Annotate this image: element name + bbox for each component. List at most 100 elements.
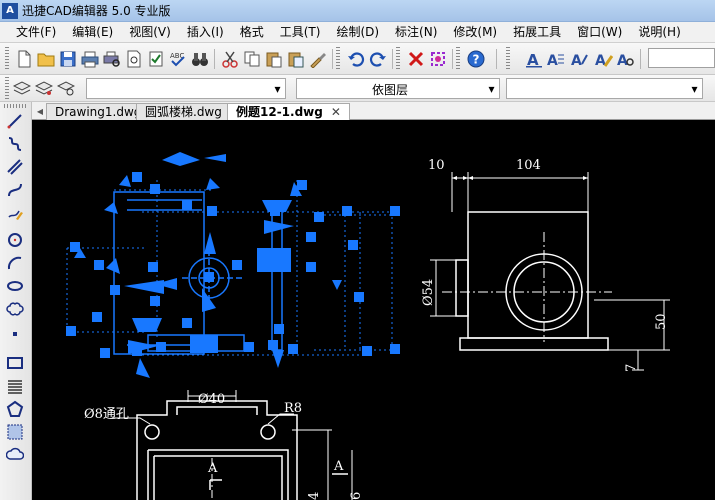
spell-check-icon[interactable]: ABC: [168, 49, 188, 69]
top-view-drawing: [112, 390, 353, 500]
print-icon[interactable]: [80, 49, 100, 69]
document-tabs: ◀ ▶ Drawing1.dwg 圆弧楼梯.dwg 例题12-1.dwg✕: [32, 102, 715, 121]
menu-item-1[interactable]: 编辑(E): [64, 22, 121, 42]
selection-grips: [66, 152, 400, 378]
hatch-icon[interactable]: [5, 376, 25, 396]
side-dim-2: 6: [349, 492, 364, 500]
line-icon[interactable]: [5, 111, 25, 131]
dim-top-left: 10: [428, 158, 445, 173]
cut-icon[interactable]: [220, 49, 240, 69]
chevron-down-icon[interactable]: ▾: [687, 79, 702, 98]
circle-icon[interactable]: [5, 230, 25, 250]
section-label-2: A: [333, 459, 344, 474]
tab-example-12-1[interactable]: 例题12-1.dwg ✕: [227, 103, 350, 121]
layer-manager-icon[interactable]: [12, 78, 32, 98]
toolbar-grip[interactable]: [336, 47, 340, 71]
toolbar-grip[interactable]: [4, 104, 28, 108]
arc-3pt-icon[interactable]: [5, 253, 25, 273]
svg-text:?: ?: [473, 53, 480, 67]
dim-bottom-offset: 7: [624, 364, 639, 372]
copy-icon[interactable]: [242, 49, 262, 69]
cloud-icon[interactable]: [5, 445, 25, 465]
delete-icon[interactable]: [406, 49, 426, 69]
paste-icon[interactable]: [264, 49, 284, 69]
toolbar-grip[interactable]: [506, 47, 510, 71]
menu-item-9[interactable]: 拓展工具: [505, 22, 569, 42]
arc-icon[interactable]: [5, 180, 25, 200]
multiline-text-icon[interactable]: A: [546, 49, 566, 69]
binoculars-icon[interactable]: [190, 49, 210, 69]
menu-item-0[interactable]: 文件(F): [8, 22, 64, 42]
text-icon[interactable]: A: [524, 49, 544, 69]
lineweight-dropdown[interactable]: ▾: [506, 78, 703, 99]
pencil-icon[interactable]: [5, 203, 25, 223]
text-style-icon[interactable]: A: [570, 49, 590, 69]
menu-item-8[interactable]: 修改(M): [445, 22, 505, 42]
menu-item-6[interactable]: 绘制(D): [328, 22, 387, 42]
double-line-icon[interactable]: [5, 157, 25, 177]
dim-radius: R8: [284, 401, 302, 416]
edit-text-icon[interactable]: A: [594, 49, 614, 69]
help-icon[interactable]: ?: [466, 49, 486, 69]
save-icon[interactable]: [58, 49, 78, 69]
linetype-dropdown[interactable]: 依图层 ▾: [296, 78, 500, 99]
print-preview-icon[interactable]: [102, 49, 122, 69]
match-properties-icon[interactable]: [308, 49, 328, 69]
point-icon[interactable]: [5, 324, 25, 344]
layer-previous-icon[interactable]: [34, 78, 54, 98]
menu-item-5[interactable]: 工具(T): [272, 22, 329, 42]
toolbar-separator: [640, 49, 641, 69]
rectangle-icon[interactable]: [5, 353, 25, 373]
layer-state-icon[interactable]: [56, 78, 76, 98]
find-text-icon[interactable]: A: [616, 49, 636, 69]
preview-icon[interactable]: [124, 49, 144, 69]
ellipse-icon[interactable]: [5, 276, 25, 296]
toolbar-grip[interactable]: [5, 47, 9, 71]
chevron-down-icon[interactable]: ▾: [270, 79, 285, 98]
properties-toolbar: ▾ 依图层 ▾ ▾: [0, 75, 715, 102]
select-icon[interactable]: [428, 49, 448, 69]
close-icon[interactable]: ✕: [331, 105, 341, 119]
menu-item-7[interactable]: 标注(N): [387, 22, 445, 42]
draw-toolbar: [0, 102, 32, 500]
linetype-value: 依图层: [371, 83, 408, 97]
menu-bar: 文件(F) 编辑(E) 视图(V) 插入(I) 格式 工具(T) 绘制(D) 标注(N) 修改(…: [0, 22, 715, 42]
front-view-drawing: [430, 172, 670, 371]
window-title: 迅捷CAD编辑器 5.0 专业版: [22, 4, 171, 18]
toolbar-separator: [392, 49, 393, 69]
tab-arc-stairs[interactable]: 圆弧楼梯.dwg: [136, 103, 231, 120]
hole-note: Ø8通孔: [84, 407, 129, 422]
menu-item-2[interactable]: 视图(V): [121, 22, 179, 42]
menu-item-3[interactable]: 插入(I): [179, 22, 232, 42]
chevron-down-icon[interactable]: ▾: [484, 79, 499, 98]
toolbar-separator: [214, 49, 215, 69]
drawing-canvas[interactable]: 10 104 Ø54 50 7 Ø8通孔 Ø40 R8 A A 4 6: [32, 120, 715, 500]
menu-item-4[interactable]: 格式: [232, 22, 272, 42]
revision-cloud-icon[interactable]: [5, 299, 25, 319]
region-icon[interactable]: [5, 422, 25, 442]
scroll-left-icon[interactable]: ◀: [34, 105, 46, 117]
tab-drawing1[interactable]: Drawing1.dwg: [46, 103, 151, 120]
svg-text:A: A: [547, 53, 558, 68]
menu-item-11[interactable]: 说明(H): [630, 22, 688, 42]
dim-center-diameter: Ø40: [198, 392, 225, 407]
undo-icon[interactable]: [346, 49, 366, 69]
open-folder-icon[interactable]: [36, 49, 56, 69]
toolbar-grip[interactable]: [456, 47, 460, 71]
paste-special-icon[interactable]: [286, 49, 306, 69]
dim-diameter-side: Ø54: [421, 279, 436, 306]
layer-dropdown[interactable]: ▾: [86, 78, 286, 99]
toolbar-separator: [496, 49, 497, 69]
section-label-1: A: [207, 461, 218, 476]
polyline-icon[interactable]: [5, 134, 25, 154]
toolbar-grip[interactable]: [396, 47, 400, 71]
polygon-icon[interactable]: [5, 399, 25, 419]
command-input[interactable]: [648, 48, 715, 68]
menu-item-10[interactable]: 窗口(W): [569, 22, 630, 42]
redo-icon[interactable]: [368, 49, 388, 69]
svg-text:A: A: [527, 51, 539, 68]
new-file-icon[interactable]: [14, 49, 34, 69]
check-icon[interactable]: [146, 49, 166, 69]
toolbar-grip[interactable]: [5, 77, 9, 99]
svg-text:A: A: [617, 53, 628, 68]
